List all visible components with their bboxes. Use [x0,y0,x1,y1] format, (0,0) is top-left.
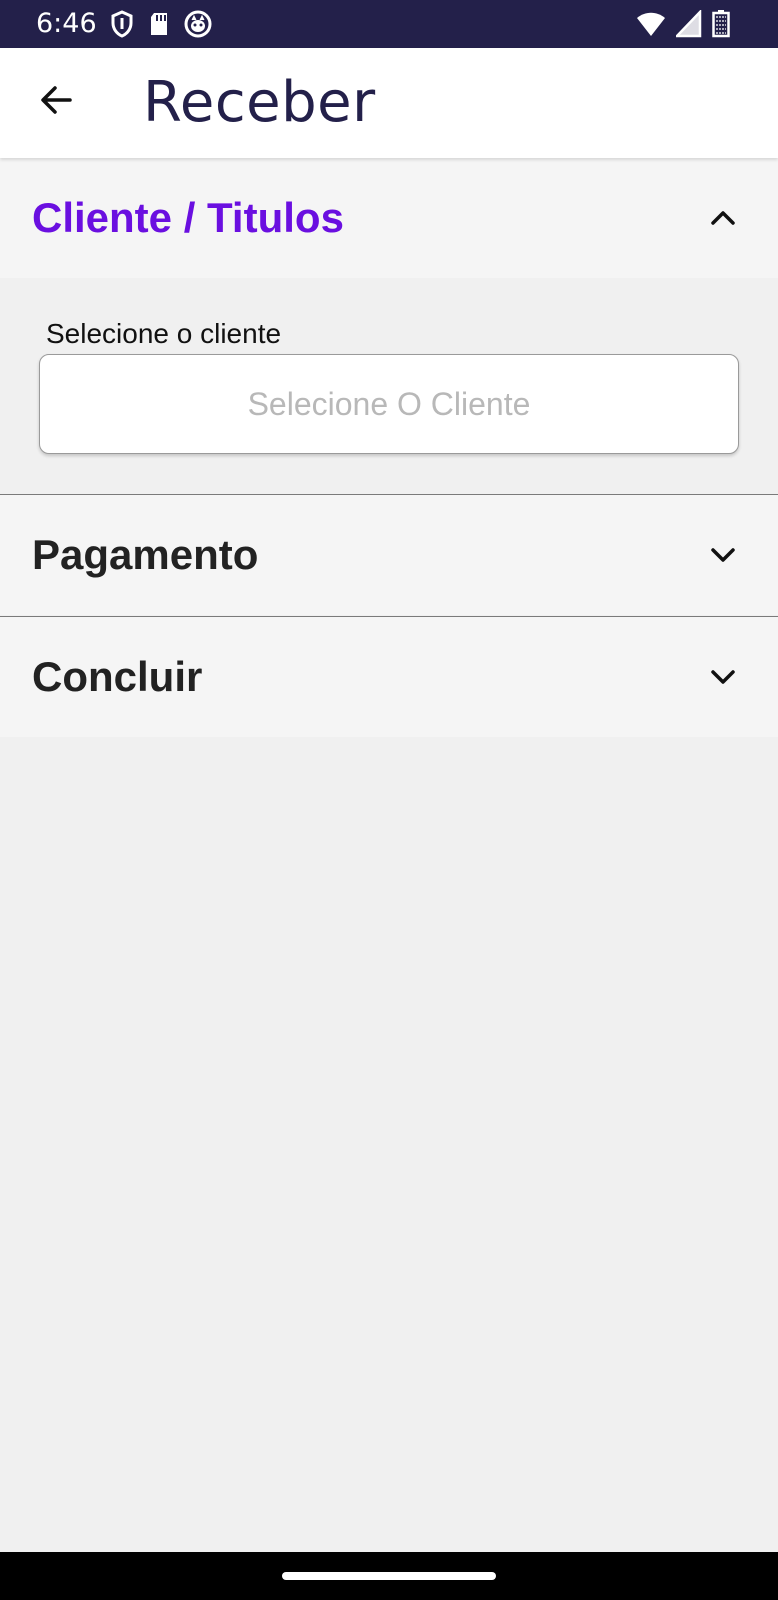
page-title: Receber [143,70,376,135]
app-bar: Receber [0,48,778,158]
arrow-left-icon [38,82,74,122]
sd-card-icon [148,10,170,38]
section-title: Cliente / Titulos [32,194,344,241]
cat-face-icon [184,10,212,38]
section-title: Concluir [32,653,203,700]
client-select-placeholder: Selecione O Cliente [247,385,531,422]
chevron-down-icon[interactable] [708,540,738,570]
chevron-down-icon[interactable] [708,662,738,692]
battery-icon [712,10,730,38]
section-concluir: Concluir [0,617,778,737]
section-header-cliente-titulos[interactable]: Cliente / Titulos [0,158,778,278]
shield-icon [110,10,134,38]
section-body-cliente-titulos: Selecione o cliente Selecione O Cliente [0,278,778,496]
section-header-concluir[interactable]: Concluir [0,617,778,737]
status-icons-right [636,10,730,38]
client-field-label: Selecione o cliente [46,318,282,349]
client-select[interactable]: Selecione O Cliente [39,354,739,454]
home-gesture-handle[interactable] [282,1572,496,1580]
back-button[interactable] [30,76,82,128]
status-icons-left [110,10,212,38]
status-bar: 6:46 [0,0,778,48]
section-title: Pagamento [32,531,259,578]
navigation-bar [0,1552,778,1600]
status-time: 6:46 [36,8,97,39]
cellular-signal-icon [676,10,702,38]
wifi-icon [636,10,666,38]
section-header-pagamento[interactable]: Pagamento [0,495,778,615]
section-cliente-titulos: Cliente / Titulos Selecione o cliente Se… [0,158,778,496]
section-pagamento: Pagamento [0,495,778,615]
chevron-up-icon[interactable] [708,203,738,233]
